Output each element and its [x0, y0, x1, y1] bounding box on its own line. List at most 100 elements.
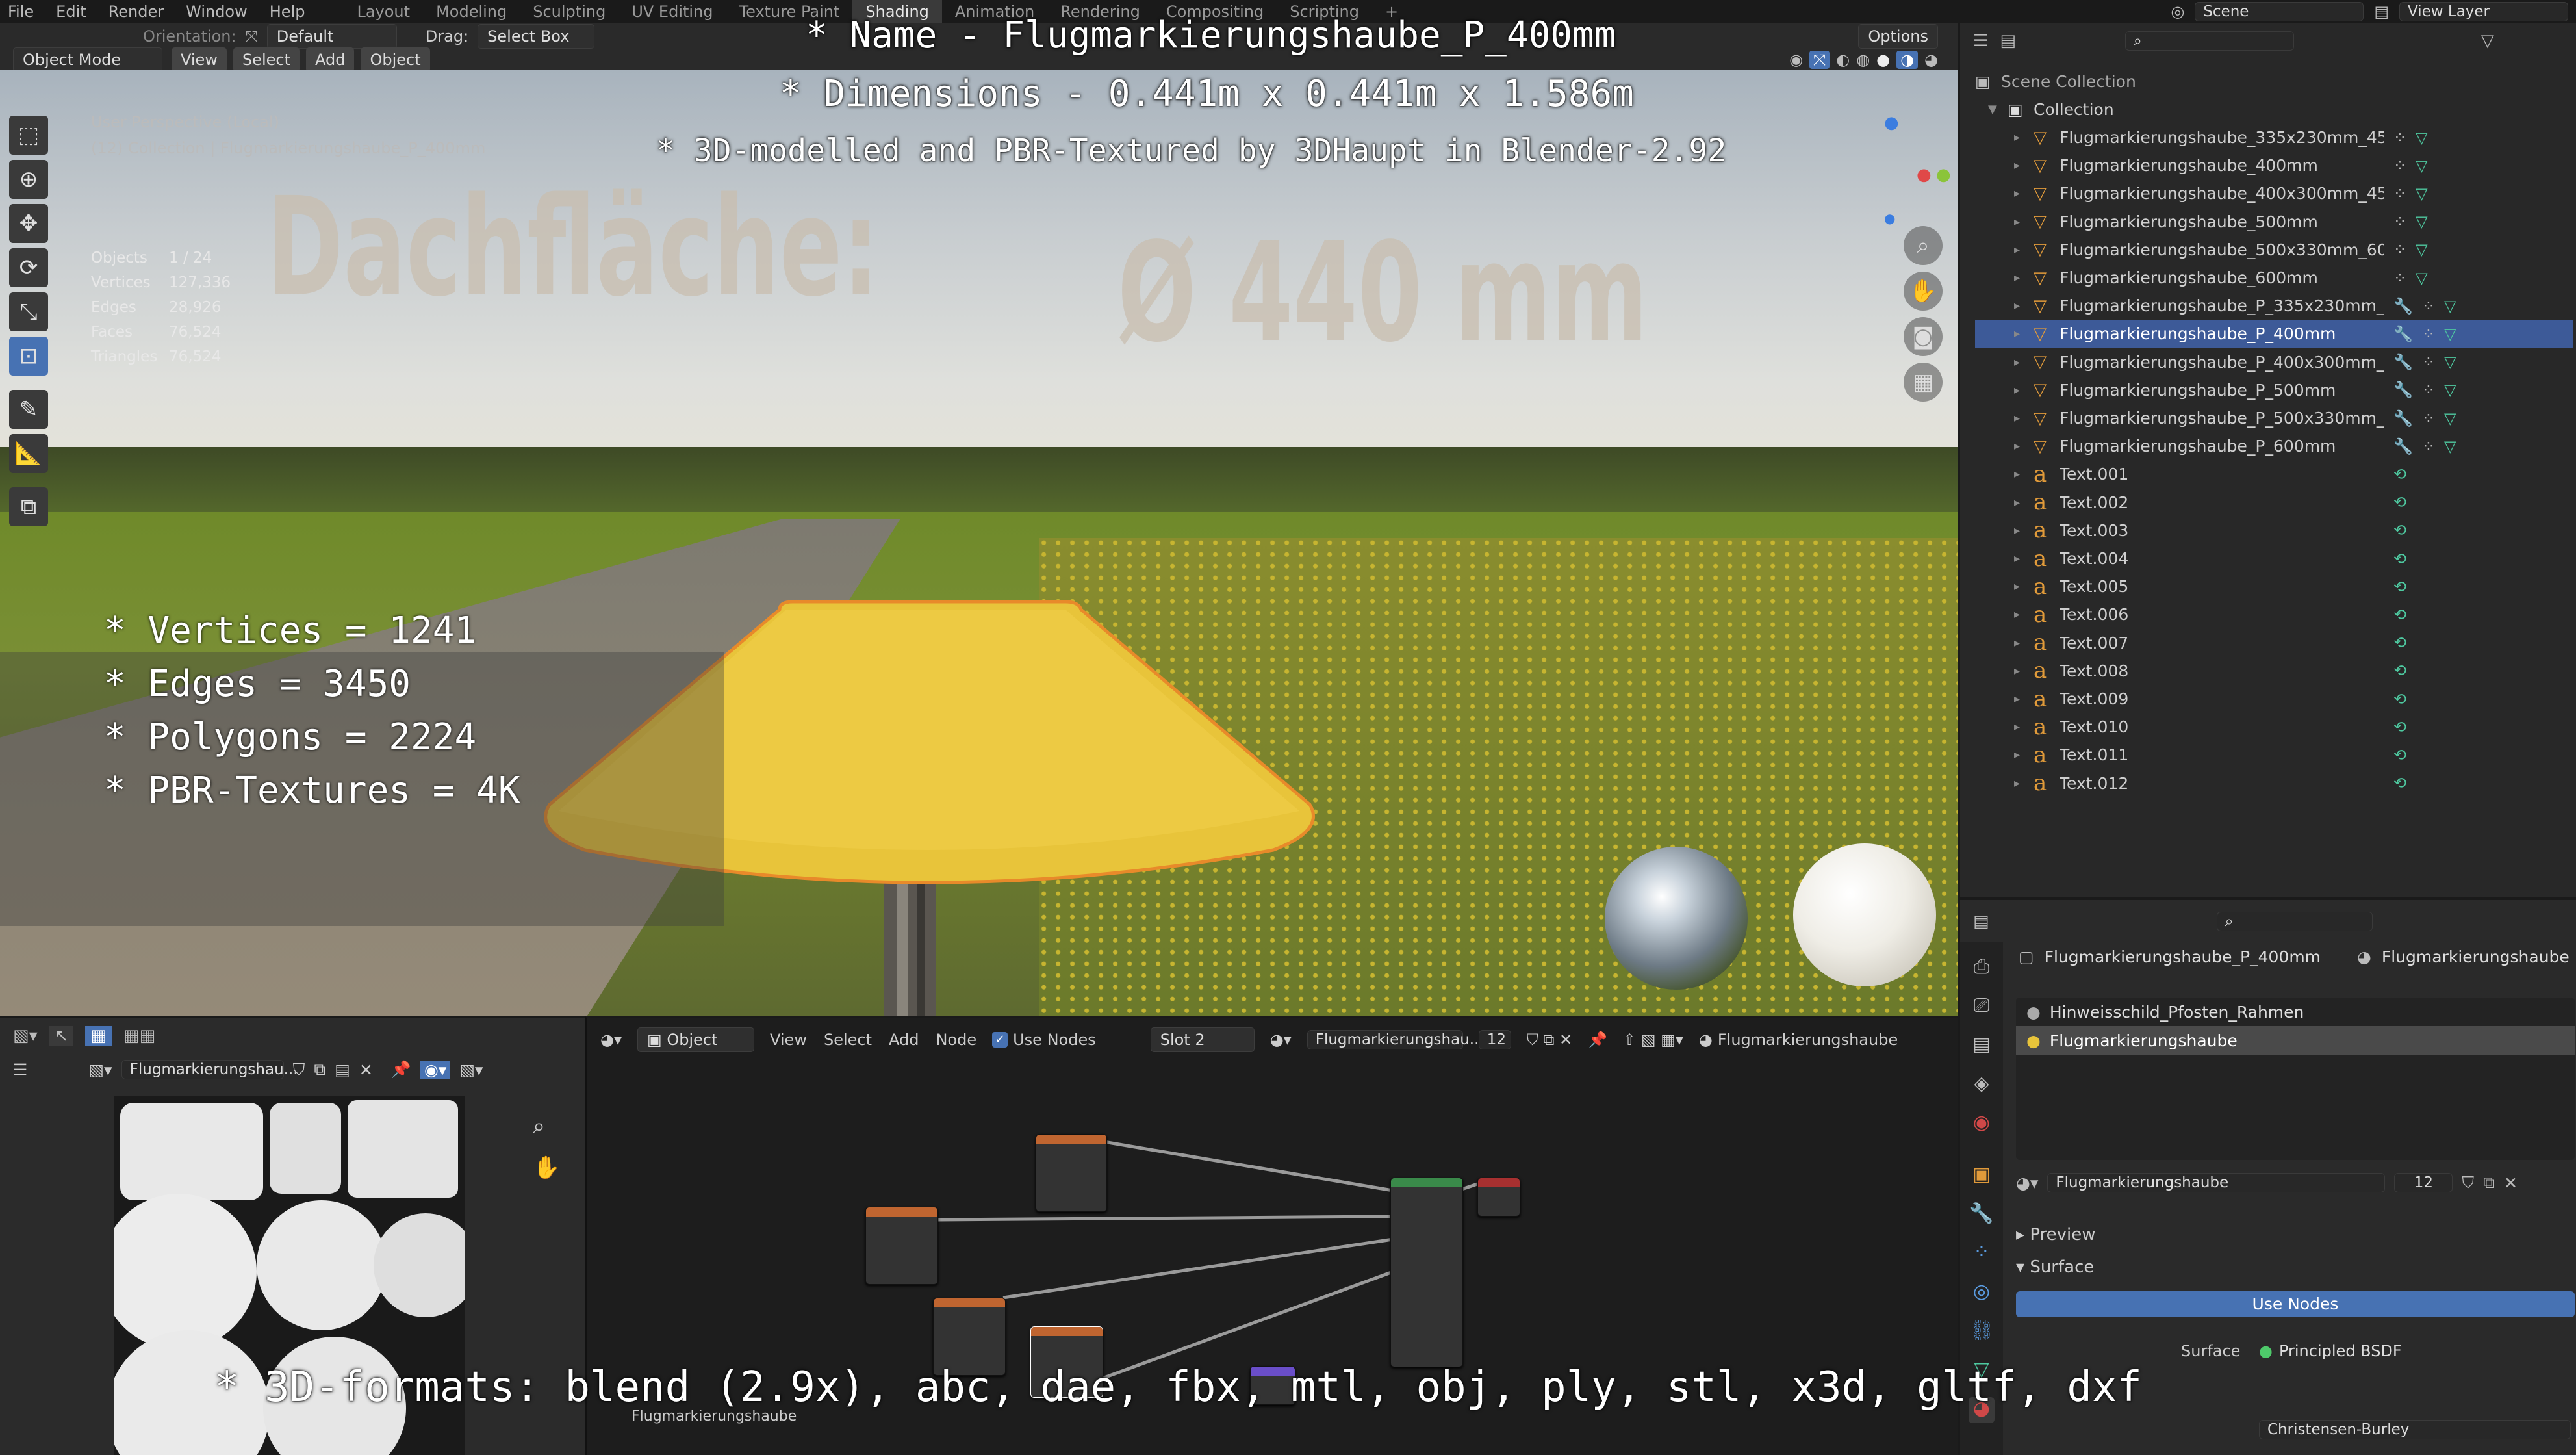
neg-z-axis-icon[interactable]: ●	[1884, 211, 1895, 226]
particles-icon[interactable]: ⁘	[2393, 129, 2406, 147]
mesh-data-icon[interactable]: ▽	[2416, 157, 2427, 175]
particles-icon[interactable]: ⁘	[2422, 409, 2435, 428]
particles-icon[interactable]: ⁘	[2422, 437, 2435, 456]
viewport-menu-select[interactable]: Select	[233, 47, 300, 72]
render-tab-icon[interactable]: ⎙	[1969, 955, 1995, 981]
image-unlink-icon[interactable]: ✕	[359, 1061, 373, 1079]
curve-data-icon[interactable]: ⟲	[2393, 493, 2406, 511]
uv-pan-icon[interactable]: ✋	[533, 1155, 560, 1181]
modifier-icon[interactable]: 🔧	[2393, 409, 2413, 428]
outliner-item[interactable]: ▸ ▽ Flugmarkierungshaube_500mm ⁘ ▽	[1975, 208, 2573, 236]
mesh-data-icon[interactable]: ▽	[2444, 353, 2456, 371]
expand-icon[interactable]: ▸	[2014, 580, 2034, 593]
expand-icon[interactable]: ▸	[2014, 187, 2034, 200]
view-mode-icon[interactable]: ▧▾	[459, 1061, 483, 1079]
props-search[interactable]: ⌕	[2216, 912, 2373, 931]
scene-icon[interactable]: ◎	[2171, 3, 2184, 21]
move-tool-icon[interactable]: ✥	[9, 204, 48, 243]
expand-icon[interactable]: ▸	[2014, 524, 2034, 537]
uv-sync-icon[interactable]: ▦	[85, 1026, 112, 1046]
select-tool-icon[interactable]: ⬚	[9, 116, 48, 155]
expand-icon[interactable]: ▸	[2014, 636, 2034, 650]
object-mode-dropdown[interactable]: Object Mode	[13, 47, 162, 72]
menu-help[interactable]: Help	[270, 3, 305, 21]
scale-tool-icon[interactable]: ⤡	[9, 292, 48, 331]
annotate-tool-icon[interactable]: ✎	[9, 390, 48, 429]
measure-tool-icon[interactable]: 📐	[9, 434, 48, 473]
view-layer-tab-icon[interactable]: ▤	[1969, 1033, 1995, 1059]
expand-icon[interactable]: ▸	[2014, 271, 2034, 285]
mesh-data-icon[interactable]: ▽	[2444, 381, 2456, 399]
curve-data-icon[interactable]: ⟲	[2393, 606, 2406, 624]
collapse-icon[interactable]: ▼	[1988, 103, 2008, 116]
3d-viewport[interactable]: Dachfläche: Ø 440 mm Objects 1 / 24 Vertic…	[0, 70, 1958, 1016]
image-open-icon[interactable]: ▤	[335, 1061, 350, 1079]
display-channels-icon[interactable]: ◉▾	[420, 1060, 451, 1079]
curve-data-icon[interactable]: ⟲	[2393, 550, 2406, 568]
add-cube-tool-icon[interactable]: ⧉	[9, 487, 48, 526]
expand-icon[interactable]: ▸	[2014, 748, 2034, 762]
physics-tab-icon[interactable]: ◎	[1969, 1280, 1995, 1306]
unlink-material-icon[interactable]: ✕	[2504, 1174, 2518, 1192]
outliner-item[interactable]: ▸ ▽ Flugmarkierungshaube_P_500x330mm_60 🔧 ⁘ ▽	[1975, 404, 2573, 432]
outliner-item[interactable]: ▸ a Text.009 ⟲	[1975, 685, 2573, 713]
outliner-item[interactable]: ▸ ▽ Flugmarkierungshaube_P_500mm 🔧 ⁘ ▽	[1975, 376, 2573, 404]
curve-data-icon[interactable]: ⟲	[2393, 746, 2406, 764]
browse-material-icon[interactable]: ◕▾	[2016, 1174, 2038, 1192]
texture-node[interactable]	[865, 1207, 938, 1285]
select-mode-icon[interactable]: ↖	[49, 1026, 74, 1046]
viewport-menu-view[interactable]: View	[172, 47, 227, 72]
orientation-dropdown[interactable]: Default	[266, 24, 397, 49]
expand-icon[interactable]: ▸	[2014, 496, 2034, 509]
outliner-item[interactable]: ▸ a Text.002 ⟲	[1975, 489, 2573, 517]
outliner-item[interactable]: ▸ a Text.008 ⟲	[1975, 657, 2573, 685]
layers-icon[interactable]: ▤	[2374, 3, 2389, 21]
expand-icon[interactable]: ▸	[2014, 467, 2034, 481]
outliner-item[interactable]: ▸ ▽ Flugmarkierungshaube_600mm ⁘ ▽	[1975, 264, 2573, 292]
zoom-icon[interactable]: ⌕	[1904, 226, 1943, 265]
outliner-item[interactable]: ▸ ▽ Flugmarkierungshaube_P_600mm 🔧 ⁘ ▽	[1975, 432, 2573, 460]
expand-icon[interactable]: ▸	[2014, 439, 2034, 453]
menu-render[interactable]: Render	[108, 3, 164, 21]
gizmo-icon[interactable]: ⤧	[1809, 51, 1830, 69]
outliner-item[interactable]: ▸ ▽ Flugmarkierungshaube_500x330mm_60 ⁘ ▽	[1975, 236, 2573, 264]
material-name-field[interactable]: Flugmarkierungshaube	[2047, 1173, 2386, 1192]
particles-icon[interactable]: ⁘	[2422, 381, 2435, 399]
material-slot-1[interactable]: ● Hinweisschild_Pfosten_Rahmen	[2016, 998, 2575, 1026]
outliner-search[interactable]: ⌕	[2124, 31, 2294, 51]
expand-icon[interactable]: ▸	[2014, 552, 2034, 565]
particles-icon[interactable]: ⁘	[2393, 212, 2406, 231]
expand-icon[interactable]: ▸	[2014, 692, 2034, 706]
outliner-item[interactable]: ▸ ▽ Flugmarkierungshaube_400mm ⁘ ▽	[1975, 151, 2573, 179]
expand-icon[interactable]: ▸	[2014, 777, 2034, 790]
outliner-item[interactable]: ▸ ▽ Flugmarkierungshaube_400x300mm_45 ⁘ ▽	[1975, 179, 2573, 207]
pin-icon[interactable]: 📌	[391, 1060, 411, 1079]
modifier-icon[interactable]: 🔧	[2393, 353, 2413, 371]
particles-tab-icon[interactable]: ⁘	[1969, 1241, 1995, 1267]
outliner-item[interactable]: ▸ a Text.007 ⟲	[1975, 629, 2573, 657]
outliner-item[interactable]: ▸ ▽ Flugmarkierungshaube_335x230mm_45 ⁘ ▽	[1975, 123, 2573, 151]
outliner-item[interactable]: ▸ ▽ Flugmarkierungshaube_P_400x300mm_45 🔧 ⁘ ▽	[1975, 348, 2573, 376]
view-layer-field[interactable]: View Layer	[2399, 2, 2568, 21]
object-tab-icon[interactable]: ▣	[1969, 1163, 1995, 1189]
uv-zoom-icon[interactable]: ⌕	[533, 1113, 545, 1139]
modifier-icon[interactable]: 🔧	[2393, 437, 2413, 456]
menu-edit[interactable]: Edit	[56, 3, 86, 21]
image-new-icon[interactable]: ⧉	[314, 1060, 325, 1079]
collection-row[interactable]: ▼ ▣ Collection	[1975, 96, 2573, 123]
mesh-data-icon[interactable]: ▽	[2416, 212, 2427, 231]
surface-shader-field[interactable]: ● Principled BSDF	[2259, 1342, 2402, 1360]
world-tab-icon[interactable]: ◉	[1969, 1111, 1995, 1137]
y-axis-icon[interactable]: ●	[1936, 165, 1951, 185]
expand-icon[interactable]: ▸	[2014, 608, 2034, 621]
wireframe-shading-icon[interactable]: ◍	[1856, 51, 1870, 69]
mesh-data-icon[interactable]: ▽	[2444, 297, 2456, 315]
particles-icon[interactable]: ⁘	[2393, 157, 2406, 175]
outliner-item[interactable]: ▸ a Text.006 ⟲	[1975, 600, 2573, 628]
viewport-menu-add[interactable]: Add	[306, 47, 355, 72]
rotate-tool-icon[interactable]: ⟳	[9, 248, 48, 287]
expand-icon[interactable]: ▸	[2014, 327, 2034, 341]
distribution-dropdown[interactable]: Christensen-Burley	[2259, 1420, 2571, 1439]
mesh-data-icon[interactable]: ▽	[2444, 325, 2456, 343]
axis-gizmo[interactable]: ● ● ● ●	[1839, 113, 1951, 226]
